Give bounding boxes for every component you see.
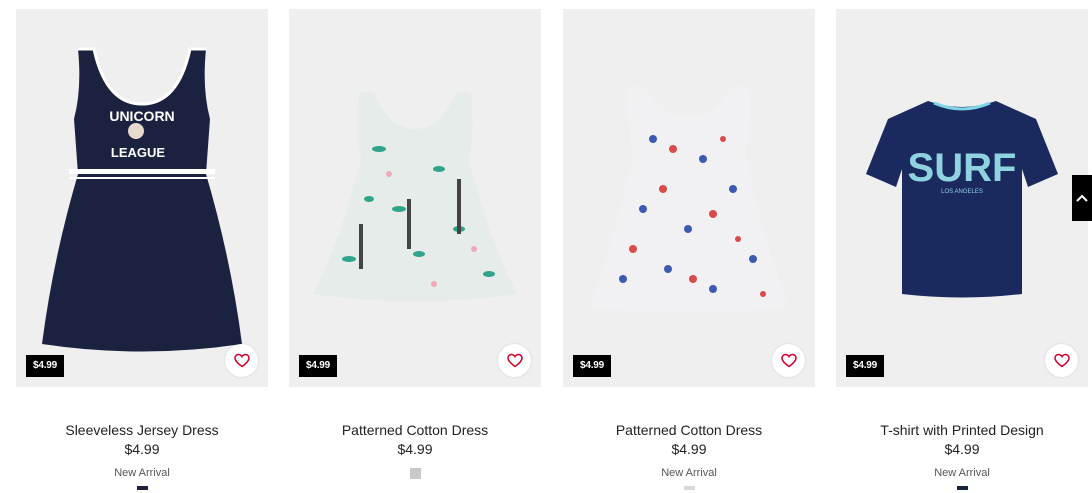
favorite-button[interactable] bbox=[1045, 344, 1078, 377]
svg-text:LOS ANGELES: LOS ANGELES bbox=[941, 189, 983, 195]
surf-tshirt-image: SURF LOS ANGELES bbox=[866, 101, 1058, 298]
color-swatch[interactable] bbox=[683, 486, 695, 490]
product-card[interactable]: $4.99 Patterned Cotton Dress $4.99 New A… bbox=[563, 9, 815, 490]
price-badge: $4.99 bbox=[299, 355, 338, 377]
svg-text:UNICORN: UNICORN bbox=[109, 108, 174, 124]
product-name[interactable]: T-shirt with Printed Design bbox=[836, 422, 1088, 438]
heart-icon bbox=[1053, 353, 1070, 368]
product-price: $4.99 bbox=[124, 441, 160, 457]
price-badge: $4.99 bbox=[573, 355, 612, 377]
chevron-up-icon bbox=[1076, 194, 1088, 202]
product-image[interactable]: SURF LOS ANGELES $4.99 bbox=[836, 9, 1088, 387]
floral-dress-image bbox=[589, 86, 789, 313]
product-name[interactable]: Sleeveless Jersey Dress bbox=[16, 422, 268, 438]
svg-text:SURF: SURF bbox=[908, 146, 1017, 190]
color-swatch[interactable] bbox=[409, 468, 421, 479]
heart-icon bbox=[506, 353, 523, 368]
product-card[interactable]: $4.99 Patterned Cotton Dress $4.99 bbox=[289, 9, 541, 484]
color-swatch[interactable] bbox=[136, 486, 148, 490]
new-arrival-label: New Arrival bbox=[934, 467, 990, 479]
favorite-button[interactable] bbox=[772, 344, 805, 377]
sleeveless-dress-image: UNICORN LEAGUE bbox=[42, 47, 242, 352]
heart-icon bbox=[233, 353, 250, 368]
product-image[interactable]: $4.99 bbox=[563, 9, 815, 387]
color-swatch[interactable] bbox=[956, 486, 968, 490]
product-price: $4.99 bbox=[944, 441, 980, 457]
heart-icon bbox=[780, 353, 797, 368]
product-name[interactable]: Patterned Cotton Dress bbox=[289, 422, 541, 438]
product-name[interactable]: Patterned Cotton Dress bbox=[563, 422, 815, 438]
svg-text:LEAGUE: LEAGUE bbox=[111, 145, 166, 160]
product-price: $4.99 bbox=[397, 441, 433, 457]
new-arrival-label: New Arrival bbox=[661, 467, 717, 479]
product-card[interactable]: UNICORN LEAGUE $4.99 Sleeveless Jersey D… bbox=[16, 9, 268, 490]
scroll-to-top-button[interactable] bbox=[1072, 175, 1092, 221]
favorite-button[interactable] bbox=[225, 344, 258, 377]
price-badge: $4.99 bbox=[26, 355, 65, 377]
product-image[interactable]: UNICORN LEAGUE $4.99 bbox=[16, 9, 268, 387]
product-card[interactable]: SURF LOS ANGELES $4.99 T-shirt with Prin… bbox=[836, 9, 1088, 490]
product-price: $4.99 bbox=[671, 441, 707, 457]
new-arrival-label: New Arrival bbox=[114, 467, 170, 479]
price-badge: $4.99 bbox=[846, 355, 885, 377]
patterned-dress-image bbox=[313, 91, 517, 302]
favorite-button[interactable] bbox=[498, 344, 531, 377]
product-image[interactable]: $4.99 bbox=[289, 9, 541, 387]
